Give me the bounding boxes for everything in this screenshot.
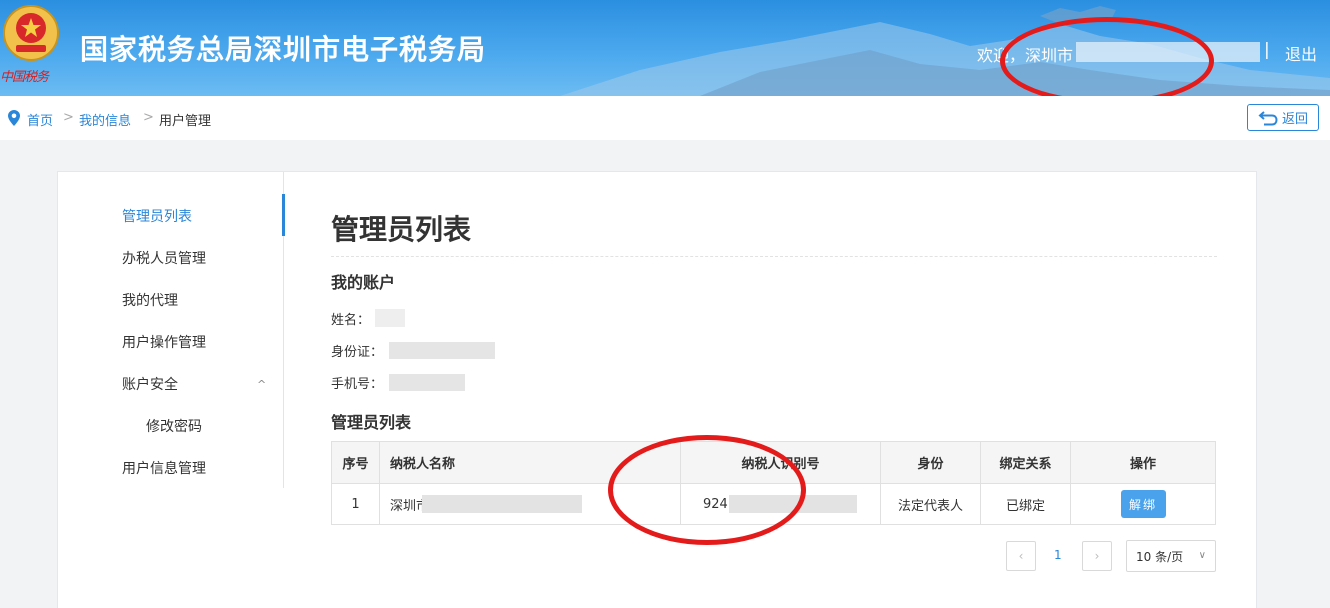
- emblem-caption: 中国税务: [0, 70, 49, 85]
- chevron-down-icon: ∨: [1198, 550, 1206, 561]
- breadcrumb-home[interactable]: 首页: [27, 110, 53, 129]
- logout-link[interactable]: 退出: [1285, 41, 1317, 65]
- cell-index: 1: [331, 483, 380, 525]
- back-button[interactable]: 返回: [1247, 104, 1319, 131]
- redacted-name: [375, 309, 405, 327]
- cell-role: 法定代表人: [880, 483, 981, 525]
- content-card: 管理员列表 办税人员管理 我的代理 用户操作管理 账户安全 ^ 修改密码 用户信…: [57, 171, 1257, 608]
- back-button-label: 返回: [1281, 112, 1308, 127]
- sidebar-item-account-security[interactable]: 账户安全: [122, 374, 178, 394]
- sidebar-item-operation-mgmt[interactable]: 用户操作管理: [122, 332, 206, 352]
- sidebar-item-my-agent[interactable]: 我的代理: [122, 290, 178, 310]
- header-separator: |: [1264, 40, 1270, 60]
- admin-list-heading: 管理员列表: [331, 413, 412, 432]
- sidebar-item-tax-staff[interactable]: 办税人员管理: [122, 248, 206, 268]
- next-page-button[interactable]: ›: [1082, 541, 1112, 571]
- sidebar-item-admin-list[interactable]: 管理员列表: [122, 206, 192, 226]
- location-pin-icon: [8, 110, 20, 126]
- phone-label: 手机号：: [331, 377, 384, 392]
- divider: [331, 256, 1217, 257]
- page-size-select[interactable]: 10 条/页 ∨: [1126, 540, 1216, 572]
- page-size-value: 10 条/页: [1136, 549, 1184, 564]
- redacted-id-card: [389, 342, 495, 359]
- unbind-button[interactable]: 解绑: [1120, 490, 1166, 518]
- col-binding: 绑定关系: [980, 441, 1071, 484]
- breadcrumb-separator: >: [63, 110, 74, 125]
- page-title: 管理员列表: [331, 213, 472, 246]
- sidebar-item-change-password[interactable]: 修改密码: [146, 416, 202, 436]
- breadcrumb-current: 用户管理: [159, 114, 212, 129]
- id-card-label: 身份证：: [331, 345, 384, 360]
- return-arrow-icon: [1258, 110, 1278, 125]
- col-index: 序号: [331, 441, 380, 484]
- annotation-circle-tax-id: [608, 435, 806, 545]
- name-label: 姓名：: [331, 313, 371, 328]
- chevron-up-icon[interactable]: ^: [257, 378, 266, 391]
- my-account-heading: 我的账户: [331, 273, 396, 292]
- redacted-phone: [389, 374, 465, 391]
- col-role: 身份: [880, 441, 981, 484]
- page-number-1[interactable]: 1: [1054, 548, 1062, 562]
- breadcrumb-my-info[interactable]: 我的信息: [79, 110, 131, 129]
- sidebar: 管理员列表 办税人员管理 我的代理 用户操作管理 账户安全 ^ 修改密码 用户信…: [122, 172, 285, 488]
- breadcrumb: 首页 > 我的信息 > 用户管理 返回: [0, 96, 1330, 140]
- tax-emblem-icon: [3, 5, 59, 61]
- annotation-circle-header: [1000, 17, 1214, 105]
- sidebar-item-user-info[interactable]: 用户信息管理: [122, 458, 206, 478]
- sidebar-active-indicator: [282, 194, 285, 236]
- site-title: 国家税务总局深圳市电子税务局: [80, 33, 487, 66]
- cell-action: 解绑: [1070, 483, 1216, 525]
- prev-page-button[interactable]: ‹: [1006, 541, 1036, 571]
- col-action: 操作: [1070, 441, 1216, 484]
- breadcrumb-separator: >: [143, 110, 154, 125]
- cell-binding: 已绑定: [980, 483, 1071, 525]
- redacted-taxpayer-name: [422, 495, 582, 513]
